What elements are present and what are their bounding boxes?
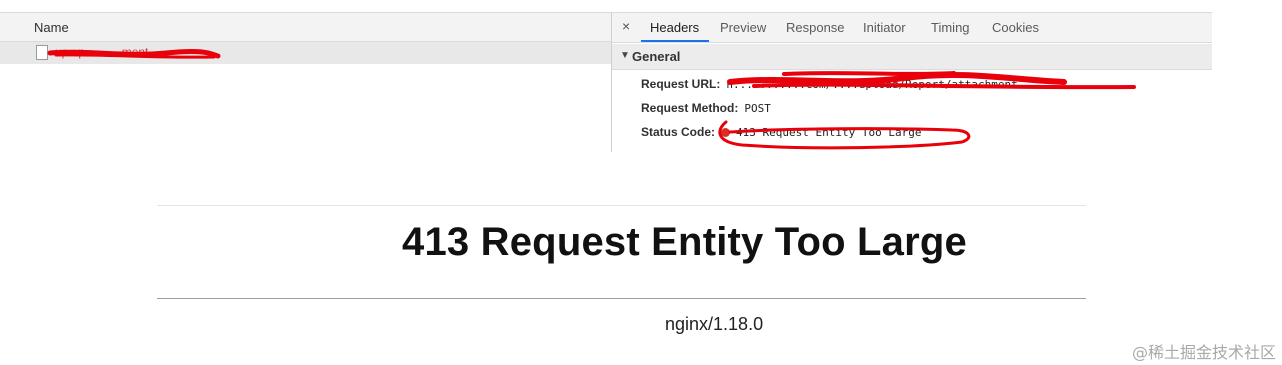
caret-down-icon: ▼ <box>620 50 630 61</box>
tab-response[interactable]: Response <box>786 20 845 35</box>
document-icon <box>36 45 48 60</box>
request-detail-panel: × Headers Preview Response Initiator Tim… <box>612 12 1212 152</box>
status-code-value: 413 Request Entity Too Large <box>736 126 922 139</box>
error-page-divider <box>157 298 1086 299</box>
devtools-network-panel: Name up...p...........ment × Headers Pre… <box>0 0 1212 152</box>
tab-timing[interactable]: Timing <box>931 20 970 35</box>
error-title: 413 Request Entity Too Large <box>402 220 967 264</box>
name-column-header[interactable]: Name <box>0 12 612 42</box>
request-url-key: Request URL: <box>641 77 721 91</box>
status-error-icon <box>721 128 731 137</box>
request-row[interactable]: up...p...........ment <box>0 42 612 64</box>
general-section-label: General <box>632 49 681 64</box>
close-icon[interactable]: × <box>622 18 630 34</box>
detail-tabbar: × Headers Preview Response Initiator Tim… <box>612 12 1212 43</box>
name-column-label: Name <box>34 20 69 35</box>
status-code-row: Status Code: 413 Request Entity Too Large <box>641 125 921 139</box>
tab-initiator[interactable]: Initiator <box>863 20 906 35</box>
request-method-value: POST <box>744 102 771 115</box>
general-section-header[interactable]: ▼ General <box>612 44 1212 70</box>
status-code-key: Status Code: <box>641 125 716 139</box>
request-method-row: Request Method: POST <box>641 101 771 115</box>
tab-cookies[interactable]: Cookies <box>992 20 1039 35</box>
request-url-value: h...........com/....upload/Report/attach… <box>726 78 1018 91</box>
error-page-top-rule <box>157 205 1086 206</box>
request-list-panel: Name up...p...........ment <box>0 0 612 152</box>
tab-preview[interactable]: Preview <box>720 20 766 35</box>
watermark: @稀土掘金技术社区 <box>1131 343 1276 362</box>
request-url-row: Request URL: h...........com/....upload/R… <box>641 77 1018 91</box>
active-tab-indicator <box>641 40 709 42</box>
tab-headers[interactable]: Headers <box>650 20 699 35</box>
server-signature: nginx/1.18.0 <box>665 314 764 334</box>
request-method-key: Request Method: <box>641 101 739 115</box>
request-name: up...p...........ment <box>55 45 149 59</box>
